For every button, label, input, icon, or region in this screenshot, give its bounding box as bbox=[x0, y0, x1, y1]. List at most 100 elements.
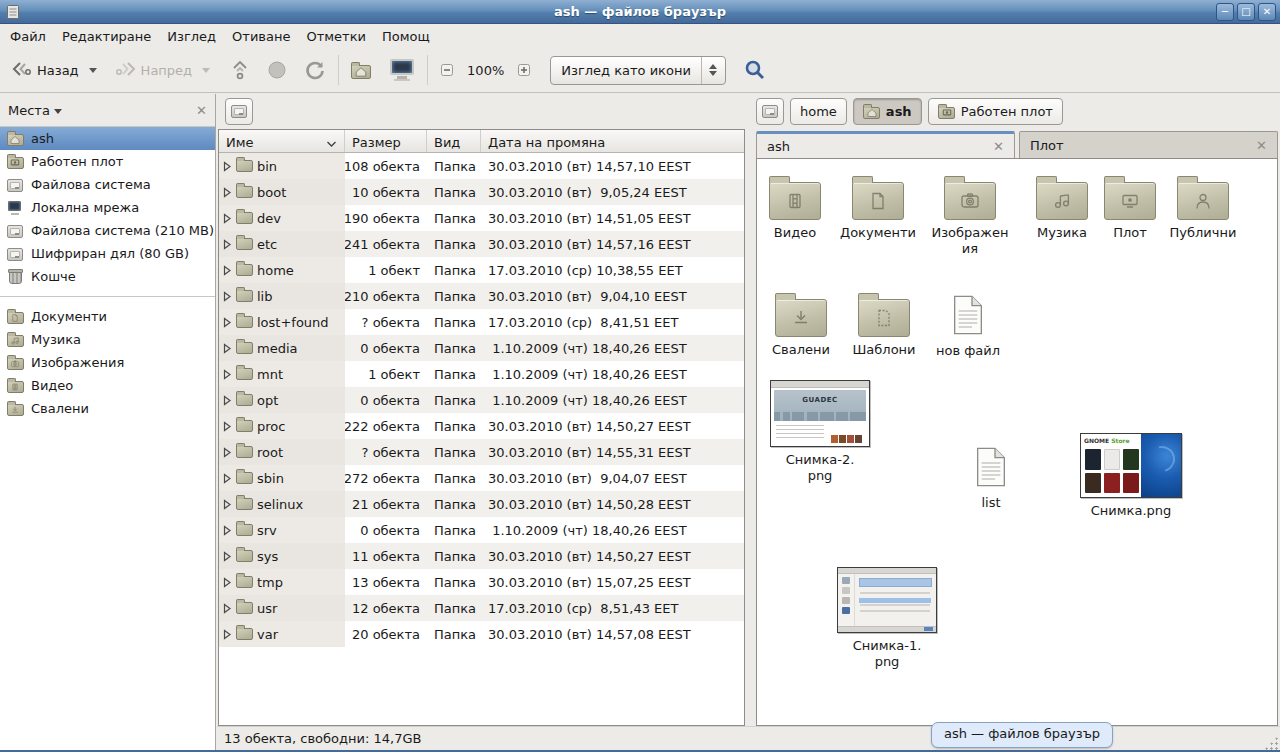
tree-row[interactable]: etc241 обектаПапка30.03.2010 (вт) 14,57,… bbox=[219, 231, 744, 257]
expander-icon[interactable] bbox=[223, 421, 232, 432]
breadcrumb-root-button[interactable] bbox=[225, 98, 253, 125]
maximize-button[interactable]: □ bbox=[1237, 3, 1255, 21]
tree-row[interactable]: tmp13 обектаПапка30.03.2010 (вт) 15,07,2… bbox=[219, 569, 744, 595]
menu-Редактиране[interactable]: Редактиране bbox=[61, 27, 152, 46]
minimize-button[interactable]: ─ bbox=[1216, 3, 1234, 21]
sidebar-item[interactable]: Документи bbox=[0, 305, 215, 328]
sidebar-item[interactable]: Файлова система (210 MB) bbox=[0, 219, 215, 242]
tree-row[interactable]: bin108 обектаПапка30.03.2010 (вт) 14,57,… bbox=[219, 153, 744, 179]
column-header-date[interactable]: Дата на промяна bbox=[481, 130, 744, 152]
tab-Плот[interactable]: Плот✕ bbox=[1019, 131, 1278, 158]
stop-button[interactable] bbox=[261, 55, 293, 85]
expander-icon[interactable] bbox=[223, 343, 232, 354]
image-thumbnail: GNOME Store bbox=[1080, 433, 1182, 498]
sidebar-item[interactable]: Свалени bbox=[0, 397, 215, 420]
tree-row[interactable]: boot10 обектаПапка30.03.2010 (вт) 9,05,2… bbox=[219, 179, 744, 205]
titlebar[interactable]: ash — файлов браузър ─ □ ✕ bbox=[0, 0, 1280, 24]
tree-row[interactable]: dev190 обектаПапка30.03.2010 (вт) 14,51,… bbox=[219, 205, 744, 231]
folder-documents-icon bbox=[6, 308, 24, 325]
file-item[interactable]: нов файл bbox=[913, 295, 1023, 359]
column-header-name[interactable]: Име bbox=[219, 130, 345, 152]
forward-dropdown-icon[interactable] bbox=[202, 68, 210, 73]
breadcrumb-ash-button[interactable]: ash bbox=[853, 98, 922, 125]
expander-icon[interactable] bbox=[223, 499, 232, 510]
tree-row[interactable]: sbin272 обектаПапка30.03.2010 (вт) 9,04,… bbox=[219, 465, 744, 491]
sidebar-item[interactable]: Файлова система bbox=[0, 173, 215, 196]
sidebar-item[interactable]: Изображения bbox=[0, 351, 215, 374]
tree-row[interactable]: proc222 обектаПапка30.03.2010 (вт) 14,50… bbox=[219, 413, 744, 439]
menu-Помощ[interactable]: Помощ bbox=[381, 27, 431, 46]
tree-row[interactable]: selinux21 обектаПапка30.03.2010 (вт) 14,… bbox=[219, 491, 744, 517]
sidebar-item[interactable]: ash bbox=[0, 127, 215, 150]
expander-icon[interactable] bbox=[223, 629, 232, 640]
expander-icon[interactable] bbox=[223, 369, 232, 380]
close-button[interactable]: ✕ bbox=[1258, 3, 1276, 21]
home-button[interactable] bbox=[346, 58, 376, 83]
tree-row[interactable]: lost+found? обектаПапка17.03.2010 (ср) 8… bbox=[219, 309, 744, 335]
search-button[interactable] bbox=[738, 54, 772, 86]
menu-Отметки[interactable]: Отметки bbox=[305, 27, 366, 46]
places-close-icon[interactable]: ✕ bbox=[196, 103, 207, 118]
reload-button[interactable] bbox=[299, 55, 331, 85]
computer-button[interactable] bbox=[384, 55, 420, 85]
tree-row[interactable]: root? обектаПапка30.03.2010 (вт) 14,55,3… bbox=[219, 439, 744, 465]
expander-icon[interactable] bbox=[223, 213, 232, 224]
file-item[interactable]: list bbox=[936, 447, 1046, 511]
expander-icon[interactable] bbox=[223, 291, 232, 302]
zoom-out-button[interactable] bbox=[435, 58, 459, 82]
places-header-label[interactable]: Места bbox=[8, 103, 50, 118]
tree-row[interactable]: media0 обектаПапка 1.10.2009 (чт) 18,40,… bbox=[219, 335, 744, 361]
expander-icon[interactable] bbox=[223, 577, 232, 588]
file-item[interactable]: Публични bbox=[1148, 175, 1258, 241]
places-header-chevron-icon[interactable] bbox=[54, 109, 62, 114]
expander-icon[interactable] bbox=[223, 447, 232, 458]
tree-row[interactable]: srv0 обектаПапка 1.10.2009 (чт) 18,40,26… bbox=[219, 517, 744, 543]
sidebar-item[interactable]: Шифриран дял (80 GB) bbox=[0, 242, 215, 265]
column-header-type[interactable]: Вид bbox=[427, 130, 481, 152]
tree-row[interactable]: opt0 обектаПапка 1.10.2009 (чт) 18,40,26… bbox=[219, 387, 744, 413]
breadcrumb-Работен плот-button[interactable]: Работен плот bbox=[928, 98, 1063, 125]
forward-button[interactable]: Напред bbox=[110, 56, 215, 85]
tab-close-icon[interactable]: ✕ bbox=[993, 139, 1004, 154]
expander-icon[interactable] bbox=[223, 161, 232, 172]
menu-Отиване[interactable]: Отиване bbox=[231, 27, 291, 46]
column-header-size[interactable]: Размер bbox=[345, 130, 427, 152]
sidebar-item[interactable]: Видео bbox=[0, 374, 215, 397]
expander-icon[interactable] bbox=[223, 473, 232, 484]
file-item[interactable]: Снимка-1.png bbox=[832, 567, 942, 670]
tree-row[interactable]: mnt1 обектПапка 1.10.2009 (чт) 18,40,26 … bbox=[219, 361, 744, 387]
row-type: Папка bbox=[434, 471, 476, 486]
breadcrumb-root-button[interactable] bbox=[756, 98, 784, 125]
expander-icon[interactable] bbox=[223, 551, 232, 562]
menu-Изглед[interactable]: Изглед bbox=[166, 27, 217, 46]
tree-row[interactable]: lib210 обектаПапка30.03.2010 (вт) 9,04,1… bbox=[219, 283, 744, 309]
expander-icon[interactable] bbox=[223, 395, 232, 406]
back-dropdown-icon[interactable] bbox=[89, 68, 97, 73]
tree-row[interactable]: home1 обектПапка17.03.2010 (ср) 10,38,55… bbox=[219, 257, 744, 283]
folder-icon bbox=[858, 299, 910, 337]
sidebar-item[interactable]: Музика bbox=[0, 328, 215, 351]
zoom-in-button[interactable] bbox=[512, 58, 536, 82]
expander-icon[interactable] bbox=[223, 317, 232, 328]
view-mode-select[interactable]: Изглед като икони bbox=[550, 56, 726, 85]
tab-close-icon[interactable]: ✕ bbox=[1256, 138, 1267, 153]
sidebar-item[interactable]: Работен плот bbox=[0, 150, 215, 173]
expander-icon[interactable] bbox=[223, 265, 232, 276]
expander-icon[interactable] bbox=[223, 187, 232, 198]
menu-Файл[interactable]: Файл bbox=[9, 27, 47, 46]
file-item[interactable]: GUADECСнимка-2.png bbox=[765, 380, 875, 484]
tree-row[interactable]: sys11 обектаПапка30.03.2010 (вт) 14,50,2… bbox=[219, 543, 744, 569]
up-button[interactable] bbox=[225, 55, 255, 85]
tree-row[interactable]: var20 обектаПапка30.03.2010 (вт) 14,57,0… bbox=[219, 621, 744, 647]
breadcrumb-home-button[interactable]: home bbox=[790, 98, 847, 125]
row-type: Папка bbox=[434, 419, 476, 434]
expander-icon[interactable] bbox=[223, 603, 232, 614]
back-button[interactable]: Назад bbox=[6, 56, 102, 85]
file-item[interactable]: GNOME StoreСнимка.png bbox=[1076, 433, 1186, 519]
sidebar-item[interactable]: Кошче bbox=[0, 265, 215, 288]
sidebar-item[interactable]: Локална мрежа bbox=[0, 196, 215, 219]
expander-icon[interactable] bbox=[223, 525, 232, 536]
expander-icon[interactable] bbox=[223, 239, 232, 250]
tree-row[interactable]: usr12 обектаПапка17.03.2010 (ср) 8,51,43… bbox=[219, 595, 744, 621]
tab-ash[interactable]: ash✕ bbox=[756, 131, 1015, 158]
